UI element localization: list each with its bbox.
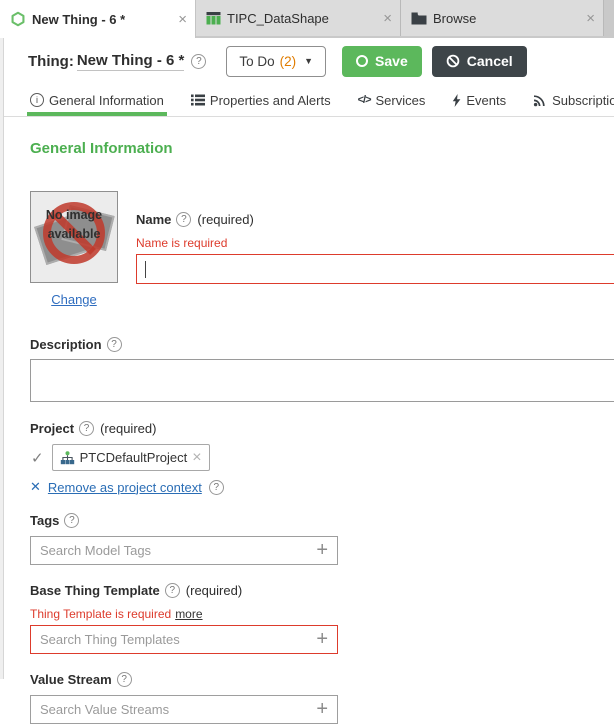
- list-icon: [190, 94, 205, 106]
- entity-tab-datashape[interactable]: TIPC_DataShape ×: [196, 0, 401, 36]
- tab-label: Subscriptions: [552, 92, 614, 108]
- open-entity-tabstrip: New Thing - 6 * × TIPC_DataShape × Brows…: [0, 0, 614, 38]
- entity-header: Thing: New Thing - 6 * ? To Do (2) ▼ Sav…: [0, 38, 614, 84]
- help-icon[interactable]: ?: [106, 337, 122, 352]
- required-suffix: (required): [197, 212, 254, 227]
- folder-icon: [411, 12, 427, 25]
- save-button[interactable]: Save: [342, 45, 422, 77]
- collapsed-side-panel[interactable]: [0, 38, 4, 679]
- project-chip: PTCDefaultProject ×: [51, 444, 210, 471]
- save-label: Save: [375, 53, 408, 69]
- tab-services[interactable]: </> Services: [358, 84, 426, 116]
- error-more-link[interactable]: more: [175, 607, 202, 621]
- base-thing-template-label: Base Thing Template: [30, 583, 160, 598]
- entity-tab-new-thing[interactable]: New Thing - 6 * ×: [0, 0, 196, 38]
- add-icon[interactable]: +: [307, 628, 337, 651]
- chevron-down-icon: ▼: [304, 56, 314, 66]
- value-stream-search-input[interactable]: [31, 702, 308, 717]
- value-stream-label: Value Stream: [30, 672, 112, 687]
- entity-name-input[interactable]: New Thing - 6 *: [76, 52, 185, 71]
- close-icon[interactable]: ×: [373, 10, 392, 27]
- name-label: Name: [136, 212, 172, 227]
- change-image-link[interactable]: Change: [30, 292, 118, 307]
- text-caret: [145, 261, 146, 278]
- help-icon[interactable]: ?: [208, 479, 224, 495]
- tab-events[interactable]: Events: [452, 84, 506, 116]
- help-icon[interactable]: ?: [191, 53, 207, 69]
- todo-label: To Do: [239, 53, 275, 69]
- remove-x-icon[interactable]: ✕: [30, 479, 41, 495]
- tab-general-information[interactable]: i General Information: [27, 84, 167, 116]
- tab-label: Properties and Alerts: [209, 92, 331, 108]
- cancel-label: Cancel: [466, 53, 513, 69]
- datashape-icon: [206, 11, 221, 25]
- todo-dropdown-button[interactable]: To Do (2) ▼: [226, 45, 327, 77]
- no-image-text: No image available: [45, 208, 103, 241]
- close-icon[interactable]: ×: [168, 11, 187, 28]
- template-search-wrapper: +: [30, 625, 338, 654]
- check-icon: ✓: [31, 449, 44, 467]
- tab-properties-and-alerts[interactable]: Properties and Alerts: [190, 84, 331, 116]
- tab-label: Browse: [433, 10, 477, 26]
- project-tree-icon: [60, 450, 75, 465]
- name-input[interactable]: [137, 255, 614, 283]
- project-chip-label: PTCDefaultProject: [79, 450, 188, 465]
- required-suffix: (required): [185, 583, 243, 598]
- cancel-button[interactable]: Cancel: [431, 45, 527, 77]
- cancel-prohibition-icon: [446, 54, 460, 68]
- subscriptions-icon: [533, 94, 547, 107]
- add-icon[interactable]: +: [307, 539, 337, 562]
- help-icon[interactable]: ?: [79, 421, 95, 436]
- info-icon: i: [30, 93, 44, 107]
- tab-label: Services: [375, 92, 426, 108]
- remove-project-context-link[interactable]: Remove as project context: [48, 480, 202, 495]
- project-label: Project: [30, 421, 75, 436]
- thing-hexagon-icon: [10, 11, 26, 27]
- help-icon[interactable]: ?: [176, 212, 192, 227]
- value-stream-search-wrapper: +: [30, 695, 338, 724]
- entity-tab-browse[interactable]: Browse ×: [401, 0, 604, 36]
- required-suffix: (required): [100, 421, 157, 436]
- save-circle-icon: [356, 55, 369, 67]
- help-icon[interactable]: ?: [64, 513, 80, 528]
- template-search-input[interactable]: [31, 632, 308, 647]
- general-information-panel: General Information No image available C…: [0, 140, 614, 724]
- thing-avatar-placeholder: No image available: [30, 191, 118, 283]
- close-icon[interactable]: ×: [576, 10, 595, 27]
- tags-label: Tags: [30, 513, 60, 528]
- add-icon[interactable]: +: [307, 698, 337, 721]
- help-icon[interactable]: ?: [116, 672, 132, 687]
- tab-subscriptions[interactable]: Subscriptions: [533, 84, 614, 116]
- tags-search-input[interactable]: [31, 543, 308, 558]
- tab-label: Events: [466, 92, 507, 108]
- tab-label: General Information: [49, 92, 164, 108]
- tab-label: TIPC_DataShape: [227, 10, 329, 26]
- tags-search-wrapper: +: [30, 536, 338, 565]
- entity-nav-tabs: i General Information Properties and Ale…: [0, 84, 614, 117]
- name-error-message: Name is required: [136, 236, 228, 250]
- todo-count: (2): [279, 53, 297, 69]
- help-icon[interactable]: ?: [164, 583, 180, 598]
- code-icon: </>: [357, 94, 372, 106]
- template-error-message: Thing Template is required: [30, 607, 172, 621]
- tab-label: New Thing - 6 *: [32, 11, 126, 27]
- entity-type-label: Thing:: [28, 52, 74, 70]
- name-field-wrapper: [136, 254, 614, 284]
- description-textarea[interactable]: [30, 359, 614, 402]
- bolt-icon: [452, 93, 461, 107]
- section-heading: General Information: [30, 140, 173, 157]
- remove-chip-icon[interactable]: ×: [192, 449, 201, 467]
- description-label: Description: [30, 337, 102, 352]
